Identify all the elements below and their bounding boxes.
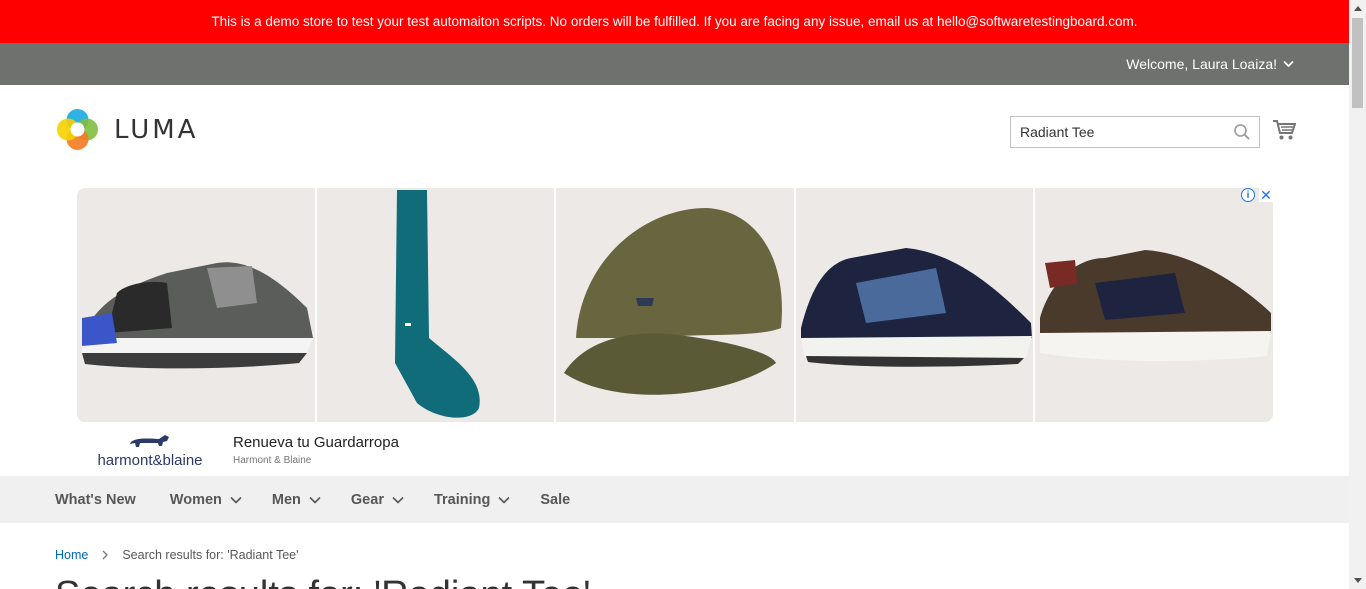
dachshund-logo-icon [130, 434, 169, 447]
chevron-down-icon [1283, 60, 1294, 68]
nav-item-label: Gear [350, 491, 384, 508]
scroll-up-arrow-icon[interactable] [1349, 0, 1366, 17]
nav-item-label: Women [169, 491, 222, 508]
page: This is a demo store to test your test a… [0, 0, 1349, 589]
nav-item-sale[interactable]: Sale [540, 492, 570, 508]
nav-item-men[interactable]: Men [272, 492, 321, 508]
sneaker-navy-icon [800, 248, 1032, 367]
site-header: LUMA [0, 85, 1349, 175]
page-title: Search results for: 'Radiant Tee' [55, 574, 591, 589]
ad-advertiser: Harmont & Blaine [233, 455, 312, 466]
logo-text: LUMA [114, 114, 199, 145]
ad-brand-name: harmont&blaine [97, 451, 203, 469]
chevron-down-icon [230, 496, 242, 504]
page-scrollbar[interactable] [1349, 0, 1366, 589]
breadcrumb-current: Search results for: 'Radiant Tee' [122, 548, 299, 562]
ad-image-strip[interactable] [77, 188, 1273, 422]
ad-tile-cap[interactable] [556, 188, 794, 422]
demo-notice-banner: This is a demo store to test your test a… [0, 0, 1349, 43]
chevron-right-icon [102, 550, 109, 560]
welcome-text: Welcome, Laura Loaiza! [1126, 56, 1277, 72]
chevron-down-icon [498, 496, 510, 504]
ad-footer[interactable]: harmont&blaine Renueva tu Guardarropa Ha… [77, 422, 1273, 478]
search-field [1010, 116, 1260, 148]
cap-olive-icon [564, 208, 783, 395]
nav-item-label: Sale [540, 491, 571, 508]
sneaker-grey-icon [82, 262, 313, 369]
sneaker-brown-icon [1040, 250, 1272, 362]
nav-item-training[interactable]: Training [434, 492, 510, 508]
demo-notice-text: This is a demo store to test your test a… [211, 14, 1138, 29]
shopping-cart-icon[interactable] [1272, 119, 1296, 141]
main-navigation: What's New Women Men Gear Training Sale [0, 476, 1349, 523]
ad-controls: i ✕ [1241, 187, 1273, 203]
chevron-down-icon [309, 496, 321, 504]
scrollbar-thumb[interactable] [1352, 18, 1363, 108]
nav-item-gear[interactable]: Gear [351, 492, 404, 508]
ad-info-icon[interactable]: i [1241, 188, 1255, 202]
nav-item-women[interactable]: Women [170, 492, 242, 508]
ad-tile-sneaker-brown[interactable] [1035, 188, 1273, 422]
ad-close-icon[interactable]: ✕ [1259, 187, 1273, 203]
display-ad[interactable]: i ✕ harmont&blaine Renueva tu Guardarrop… [77, 187, 1273, 478]
search-icon[interactable] [1233, 123, 1251, 141]
breadcrumb: Home Search results for: 'Radiant Tee' [55, 548, 299, 562]
ad-tile-sock[interactable] [316, 188, 555, 422]
luma-logo-icon [57, 109, 98, 150]
account-panel: Welcome, Laura Loaiza! [0, 43, 1349, 85]
search-input[interactable] [1011, 117, 1259, 147]
scroll-down-arrow-icon[interactable] [1349, 572, 1366, 589]
ad-text: Renueva tu Guardarropa Harmont & Blaine [233, 434, 399, 466]
sock-teal-icon [394, 190, 480, 418]
nav-item-label: Men [271, 491, 301, 508]
ad-tile-sneaker-grey[interactable] [77, 188, 315, 422]
nav-item-whats-new[interactable]: What's New [55, 492, 136, 508]
ad-tile-sneaker-navy[interactable] [795, 188, 1034, 422]
nav-item-label: Training [433, 491, 491, 508]
chevron-down-icon [392, 496, 404, 504]
ad-headline[interactable]: Renueva tu Guardarropa [233, 434, 399, 451]
nav-item-label: What's New [55, 491, 136, 508]
breadcrumb-home-link[interactable]: Home [55, 548, 88, 562]
customer-welcome-menu[interactable]: Welcome, Laura Loaiza! [1126, 56, 1294, 72]
ad-brand-logo[interactable]: harmont&blaine [77, 432, 223, 469]
luma-logo[interactable]: LUMA [55, 107, 198, 152]
